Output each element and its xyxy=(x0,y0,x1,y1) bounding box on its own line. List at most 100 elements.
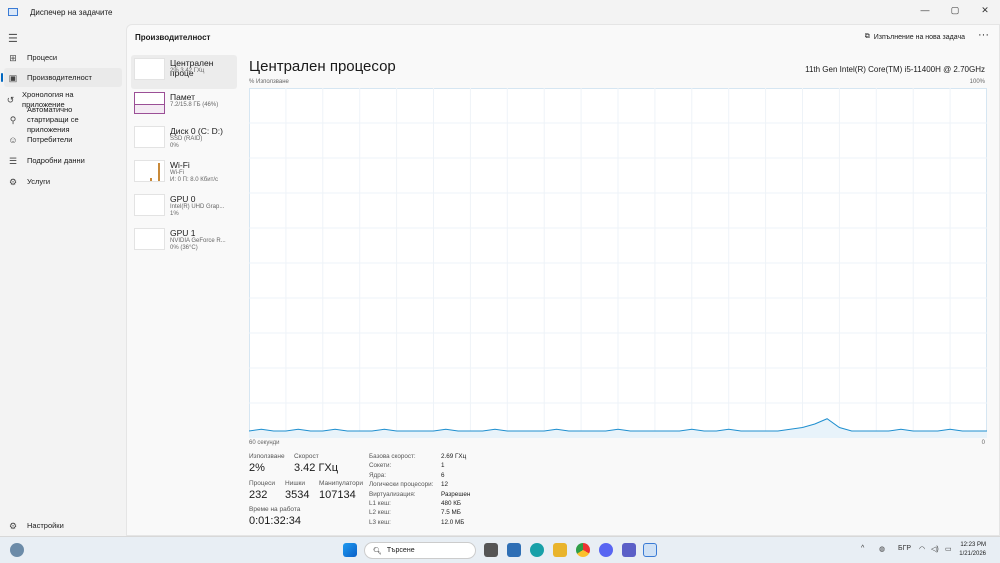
sidebar-item-label: Процеси xyxy=(27,53,58,62)
device-stat: 0% (36°C) xyxy=(170,245,198,251)
spec-row: Базова скорост: 2.69 ГХц xyxy=(369,452,470,461)
sidebar-item-label: Услуги xyxy=(27,177,51,186)
history-icon: ↺ xyxy=(6,95,15,105)
hamburger-menu-icon[interactable]: ☰ xyxy=(8,32,18,45)
y-axis-label: % Използване xyxy=(249,79,289,85)
taskbar: 🔍︎ Търсене ^ ◍ БГР ◠ ◁) ▭ 12:23 PM 1/21/20… xyxy=(0,536,1000,563)
date: 1/21/2026 xyxy=(959,551,986,557)
device-gpu-0[interactable]: GPU 0 Intel(R) UHD Grap... 1% xyxy=(131,191,237,225)
edge-icon[interactable] xyxy=(530,543,544,557)
sidebar: ☰ ⊞ Процеси ▣ Производителност ↺ Хронология… xyxy=(0,24,126,536)
sidebar-item-processes[interactable]: ⊞ Процеси xyxy=(4,51,122,65)
spec-value: 7.5 МБ xyxy=(441,509,461,517)
performance-panel: Производителност ⧉ Изпълнение на нова зад… xyxy=(126,24,1000,536)
task-manager-taskbar-icon[interactable] xyxy=(643,543,657,557)
discord-icon[interactable] xyxy=(599,543,613,557)
clock[interactable]: 12:23 PM 1/21/2026 xyxy=(959,541,986,559)
search-placeholder: Търсене xyxy=(386,547,415,554)
sidebar-item-startup-apps[interactable]: ⚲ Автоматично стартиращи се приложения xyxy=(4,105,122,134)
wifi-thumbnail xyxy=(134,160,165,182)
spec-value: 12.0 МБ xyxy=(441,518,465,526)
cpu-title: Централен процесор xyxy=(249,58,396,75)
sidebar-item-users[interactable]: ☺ Потребители xyxy=(4,133,122,147)
sidebar-item-settings[interactable]: ⚙ Настройки xyxy=(4,519,122,533)
search-icon: 🔍︎ xyxy=(373,547,382,555)
device-memory[interactable]: Памет 7.2/15.8 ГБ (46%) xyxy=(131,89,237,123)
device-stat: И: 0 П: 8.0 Кбит/с xyxy=(170,177,219,183)
device-stat: 7.2/15.8 ГБ (46%) xyxy=(170,102,219,108)
sidebar-item-details[interactable]: ☰ Подробни данни xyxy=(4,154,122,168)
spec-key: Виртуализация: xyxy=(369,490,416,498)
taskbar-search[interactable]: 🔍︎ Търсене xyxy=(364,542,476,559)
task-view-icon[interactable] xyxy=(484,543,498,557)
chrome-icon[interactable] xyxy=(576,543,590,557)
volume-icon[interactable]: ◁) xyxy=(931,545,939,553)
cpu-model: 11th Gen Intel(R) Core(TM) i5-11400H @ 2… xyxy=(805,65,985,74)
mic-icon[interactable]: ◍ xyxy=(879,545,885,553)
processes-value: 232 xyxy=(249,489,268,501)
device-stat: 0% xyxy=(170,143,179,149)
services-icon: ⚙ xyxy=(8,177,18,187)
spec-key: L3 кеш: xyxy=(369,518,391,526)
device-wifi[interactable]: Wi-Fi Wi-Fi И: 0 П: 8.0 Кбит/с xyxy=(131,157,237,191)
gpu0-thumbnail xyxy=(134,194,165,216)
disk-thumbnail xyxy=(134,126,165,148)
device-name: Wi-Fi xyxy=(170,160,190,170)
weather-icon[interactable] xyxy=(10,543,24,557)
device-name: GPU 0 xyxy=(170,194,196,204)
device-list: Централен проце 2% 3.42 ГХц Памет 7.2/15.8… xyxy=(131,55,237,259)
spec-key: L2 кеш: xyxy=(369,509,391,517)
spec-key: Сокети: xyxy=(369,462,392,470)
close-button[interactable]: ✕ xyxy=(970,0,1000,20)
device-stat: NVIDIA GeForce R... xyxy=(170,238,226,244)
spec-value: 1 xyxy=(441,462,445,470)
page-title: Производителност xyxy=(135,33,211,42)
more-options-button[interactable]: ··· xyxy=(978,29,989,41)
teams-icon[interactable] xyxy=(622,543,636,557)
time: 12:23 PM xyxy=(960,542,986,548)
sidebar-item-label: Автоматично стартиращи се приложения xyxy=(27,105,79,134)
spec-row: L3 кеш: 12.0 МБ xyxy=(369,518,470,527)
spec-value: 480 КБ xyxy=(441,500,462,508)
tray-overflow-icon[interactable]: ^ xyxy=(861,545,864,552)
device-disk-0[interactable]: Диск 0 (C: D:) SSD (RAID) 0% xyxy=(131,123,237,157)
usage-label: Използване xyxy=(249,453,285,460)
device-name: Диск 0 (C: D:) xyxy=(170,126,223,136)
handles-value: 107134 xyxy=(319,489,356,501)
users-icon: ☺ xyxy=(8,135,18,145)
start-button-icon[interactable] xyxy=(343,543,357,557)
handles-label: Манипулатори xyxy=(319,480,363,487)
spec-row: L2 кеш: 7.5 МБ xyxy=(369,508,470,517)
spec-value: 6 xyxy=(441,471,445,479)
device-cpu[interactable]: Централен проце 2% 3.42 ГХц xyxy=(131,55,237,89)
sidebar-item-services[interactable]: ⚙ Услуги xyxy=(4,175,122,189)
sidebar-item-label: Подробни данни xyxy=(27,156,85,165)
task-manager-icon xyxy=(8,8,18,16)
battery-icon[interactable]: ▭ xyxy=(945,545,952,553)
spec-key: Ядра: xyxy=(369,471,386,479)
device-stat: 1% xyxy=(170,211,179,217)
maximize-button[interactable]: ▢ xyxy=(940,0,970,20)
speed-value: 3.42 ГХц xyxy=(294,462,339,474)
startup-icon: ⚲ xyxy=(9,115,17,125)
performance-icon: ▣ xyxy=(8,72,18,83)
title-bar: Диспечер на задачите — ▢ ✕ xyxy=(0,0,1000,24)
sidebar-item-performance[interactable]: ▣ Производителност xyxy=(1,68,122,87)
run-new-task-button[interactable]: ⧉ Изпълнение на нова задача xyxy=(865,33,965,41)
cpu-usage-graph xyxy=(249,88,987,438)
spec-row: Сокети: 1 xyxy=(369,461,470,470)
uptime-value: 0:01:32:34 xyxy=(249,515,301,527)
file-explorer-icon[interactable] xyxy=(553,543,567,557)
spec-row: L1 кеш: 480 КБ xyxy=(369,499,470,508)
sidebar-item-label: Настройки xyxy=(27,521,64,530)
minimize-button[interactable]: — xyxy=(910,0,940,20)
processes-label: Процеси xyxy=(249,480,276,487)
store-icon[interactable] xyxy=(507,543,521,557)
language-indicator[interactable]: БГР xyxy=(898,545,911,552)
gpu1-thumbnail xyxy=(134,228,165,250)
wifi-icon[interactable]: ◠ xyxy=(919,545,925,553)
spec-row: Виртуализация: Разрешен xyxy=(369,490,470,499)
device-gpu-1[interactable]: GPU 1 NVIDIA GeForce R... 0% (36°C) xyxy=(131,225,237,259)
spec-row: Ядра: 6 xyxy=(369,471,470,480)
processes-icon: ⊞ xyxy=(9,53,17,63)
